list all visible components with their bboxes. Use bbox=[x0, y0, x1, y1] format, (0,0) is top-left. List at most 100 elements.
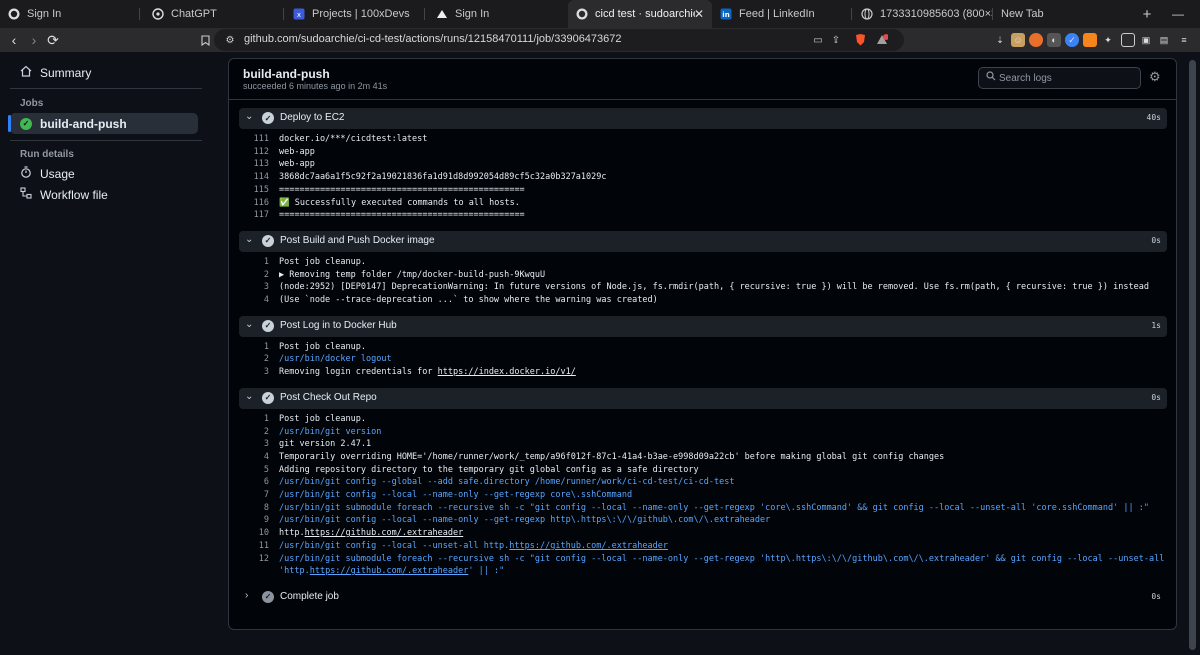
log-line-number[interactable]: 1 bbox=[239, 257, 269, 267]
log-line-number[interactable]: 6 bbox=[239, 477, 269, 487]
log-line-number[interactable]: 3 bbox=[239, 367, 269, 377]
log-line-text: Adding repository directory to the tempo… bbox=[279, 465, 699, 475]
close-tab-icon[interactable]: ✕ bbox=[694, 7, 704, 21]
log-line-number[interactable]: 11 bbox=[239, 541, 269, 551]
log-line-number[interactable]: 4 bbox=[239, 452, 269, 462]
log-line: 'http.https://github.com/.extraheader' |… bbox=[239, 566, 504, 578]
log-line-number[interactable]: 2 bbox=[239, 427, 269, 437]
step-header[interactable]: ⌄ ✓ Post Build and Push Docker image 0s bbox=[239, 230, 1167, 252]
step-success-icon: ✓ bbox=[262, 391, 274, 404]
log-line-number[interactable]: 114 bbox=[239, 172, 269, 182]
log-line-number[interactable]: 5 bbox=[239, 465, 269, 475]
share-icon[interactable]: ⇪ bbox=[828, 32, 844, 48]
reload-icon[interactable]: ⟳ bbox=[44, 28, 62, 52]
sidebar-item-build-and-push[interactable]: ✓ build-and-push bbox=[8, 113, 198, 134]
log-line-text: /usr/bin/git config --local --name-only … bbox=[279, 515, 770, 525]
step-duration: 0s bbox=[1151, 392, 1161, 402]
extension-dark-icon[interactable]: ◐ bbox=[1047, 33, 1061, 47]
tab-sign-in-vercel[interactable]: Sign In bbox=[428, 0, 568, 28]
log-link[interactable]: https://index.docker.io/v1/ bbox=[438, 367, 576, 377]
step-success-icon: ✓ bbox=[262, 590, 274, 603]
sidebar-toggle-icon[interactable] bbox=[1121, 33, 1135, 47]
tab-chatgpt[interactable]: ChatGPT bbox=[144, 0, 284, 28]
log-link[interactable]: https://github.com/.extraheader bbox=[305, 528, 464, 538]
log-line-text: ========================================… bbox=[279, 210, 525, 220]
brave-shield-icon[interactable] bbox=[852, 32, 868, 48]
bookmark-icon[interactable] bbox=[196, 28, 214, 52]
log-text: web-app bbox=[279, 146, 315, 157]
extension-check-icon[interactable]: ✓ bbox=[1065, 33, 1079, 47]
address-bar[interactable]: ⚙ github.com/sudoarchie/ci-cd-test/actio… bbox=[214, 29, 904, 51]
extension-firefox-icon[interactable] bbox=[1029, 33, 1043, 47]
gear-icon[interactable]: ⚙ bbox=[1149, 69, 1161, 85]
cast-icon[interactable]: ▭ bbox=[810, 32, 826, 48]
log-line-text: (node:2952) [DEP0147] DeprecationWarning… bbox=[279, 282, 1149, 292]
log-line-text: /usr/bin/git version bbox=[279, 427, 381, 437]
log-line-number[interactable]: 4 bbox=[239, 295, 269, 305]
tab-sign-in-github[interactable]: Sign In bbox=[0, 0, 140, 28]
metamask-icon[interactable] bbox=[1083, 33, 1097, 47]
tab-cicd-test-active[interactable]: cicd test · sudoarchie/ci-cd ✕ bbox=[568, 0, 712, 28]
chevron-right-icon[interactable]: › bbox=[245, 590, 248, 601]
log-line-number[interactable]: 111 bbox=[239, 134, 269, 144]
chevron-down-icon[interactable]: ⌄ bbox=[245, 111, 253, 122]
scrollbar-thumb[interactable] bbox=[1189, 60, 1196, 650]
log-line-number[interactable]: 3 bbox=[239, 439, 269, 449]
sidebar-item-usage[interactable]: Usage bbox=[10, 163, 198, 184]
log-line-number[interactable]: 7 bbox=[239, 490, 269, 500]
log-line: 115 =====================================… bbox=[239, 185, 525, 197]
chevron-down-icon[interactable]: ⌄ bbox=[245, 319, 253, 330]
step-duration: 0s bbox=[1151, 235, 1161, 245]
page-scrollbar[interactable] bbox=[1186, 52, 1200, 655]
brave-rewards-icon[interactable] bbox=[874, 32, 890, 48]
log-line-number[interactable]: 10 bbox=[239, 528, 269, 538]
log-line-number[interactable]: 113 bbox=[239, 159, 269, 169]
extensions-puzzle-icon[interactable]: ✦ bbox=[1101, 33, 1115, 47]
sidebar-item-summary[interactable]: Summary bbox=[10, 62, 198, 83]
back-arrow-icon[interactable]: ‹ bbox=[5, 28, 23, 52]
search-logs-box[interactable] bbox=[978, 67, 1141, 89]
log-line-number[interactable]: 3 bbox=[239, 282, 269, 292]
tab-100xdevs[interactable]: x Projects | 100xDevs bbox=[285, 0, 425, 28]
minimize-icon[interactable]: — bbox=[1170, 0, 1186, 28]
step-header[interactable]: › ✓ Complete job 0s bbox=[239, 587, 1167, 608]
step-header[interactable]: ⌄ ✓ Post Log in to Docker Hub 1s bbox=[239, 315, 1167, 337]
log-line-number[interactable]: 2 bbox=[239, 354, 269, 364]
chevron-down-icon[interactable]: ⌄ bbox=[245, 234, 253, 245]
log-link[interactable]: https://github.com/.extraheader bbox=[310, 566, 469, 576]
wallet-icon[interactable]: ▣ bbox=[1139, 33, 1153, 47]
site-settings-icon[interactable]: ⚙ bbox=[222, 32, 238, 48]
log-line-number[interactable]: 2 bbox=[239, 270, 269, 280]
jobs-heading: Jobs bbox=[20, 98, 44, 109]
log-line-number[interactable]: 117 bbox=[239, 210, 269, 220]
pin-extension-icon[interactable]: ⇣ bbox=[993, 33, 1007, 47]
log-line: 112 web-app bbox=[239, 147, 315, 159]
menu-icon[interactable]: ≡ bbox=[1177, 33, 1191, 47]
search-icon bbox=[986, 71, 996, 84]
log-line-number[interactable]: 112 bbox=[239, 147, 269, 157]
sidebar-item-workflow-file[interactable]: Workflow file bbox=[10, 184, 198, 205]
tab-new-tab[interactable]: New Tab bbox=[993, 0, 1133, 28]
log-line-number[interactable]: 115 bbox=[239, 185, 269, 195]
new-tab-plus-icon[interactable]: + bbox=[1138, 0, 1156, 28]
search-logs-input[interactable] bbox=[999, 71, 1134, 86]
log-line-number[interactable]: 1 bbox=[239, 342, 269, 352]
tab-linkedin[interactable]: in Feed | LinkedIn bbox=[712, 0, 852, 28]
tab-image[interactable]: 1733310985603 (800×392) bbox=[853, 0, 993, 28]
log-line-text: (Use `node --trace-deprecation ...` to s… bbox=[279, 295, 658, 305]
chevron-down-icon[interactable]: ⌄ bbox=[245, 391, 253, 402]
log-line-text: /usr/bin/git submodule foreach --recursi… bbox=[279, 503, 1149, 513]
vpn-icon[interactable]: ▤ bbox=[1157, 33, 1171, 47]
step-header[interactable]: ⌄ ✓ Post Check Out Repo 0s bbox=[239, 387, 1167, 409]
forward-arrow-icon[interactable]: › bbox=[25, 28, 43, 52]
log-line-number[interactable]: 9 bbox=[239, 515, 269, 525]
log-link[interactable]: https://github.com/.extraheader bbox=[509, 541, 668, 551]
log-line-number[interactable]: 12 bbox=[239, 554, 269, 564]
log-line-number[interactable]: 8 bbox=[239, 503, 269, 513]
log-line-text: web-app bbox=[279, 159, 315, 169]
step-header[interactable]: ⌄ ✓ Deploy to EC2 40s bbox=[239, 108, 1167, 129]
extension-avatar-icon[interactable]: ☺ bbox=[1011, 33, 1025, 47]
log-text: ========================================… bbox=[279, 210, 525, 221]
log-line-number[interactable]: 116 bbox=[239, 198, 269, 208]
log-line-number[interactable]: 1 bbox=[239, 414, 269, 424]
